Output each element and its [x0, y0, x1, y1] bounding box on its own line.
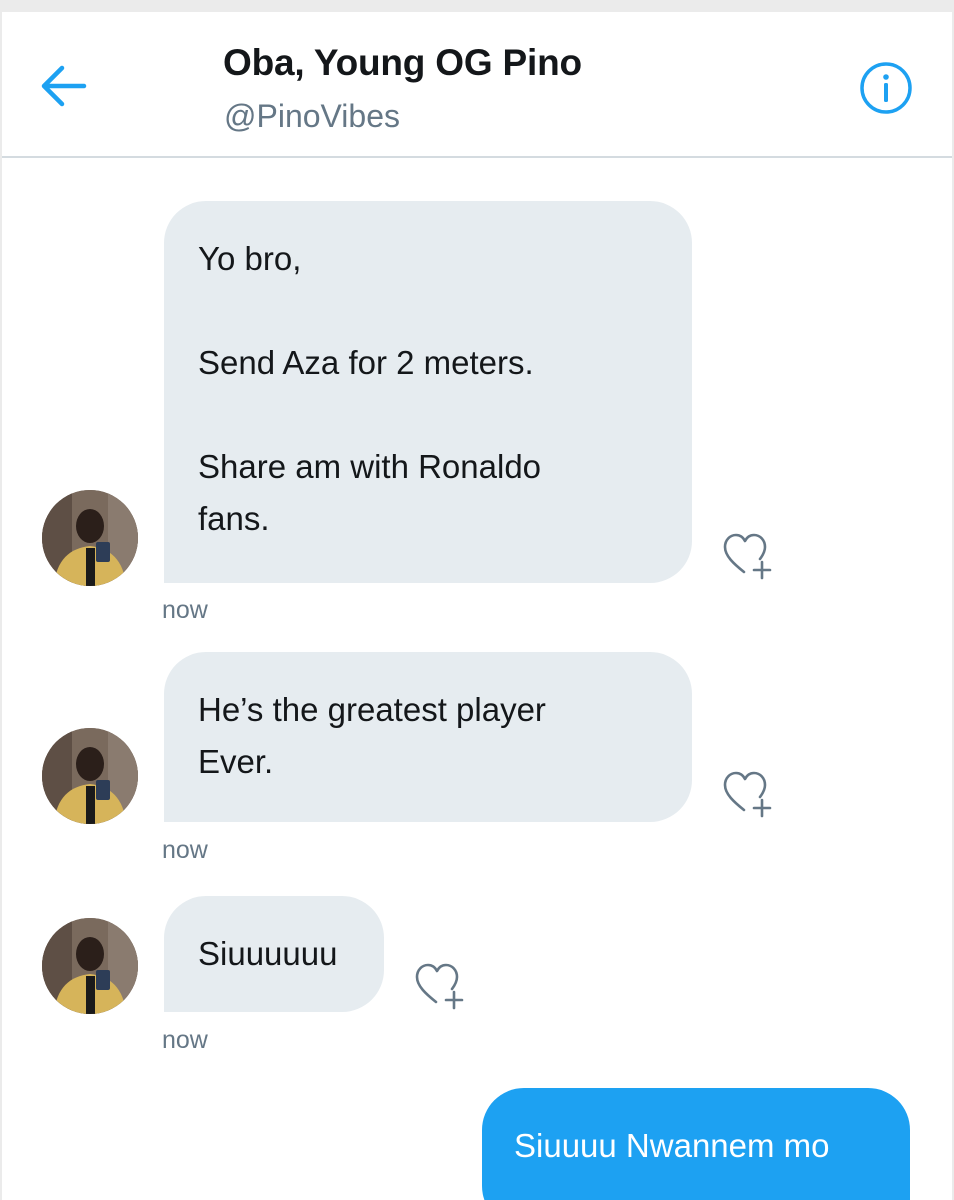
sent-message-bubble[interactable]: Siuuuu Nwannem mo: [482, 1088, 910, 1200]
conversation-handle: @PinoVibes: [224, 98, 400, 134]
avatar[interactable]: [42, 728, 138, 824]
conversation-header: Oba, Young OG Pino @PinoVibes: [2, 12, 952, 158]
message-timestamp: now: [162, 1026, 208, 1054]
message-timestamp: now: [162, 596, 208, 624]
heart-plus-icon: [723, 533, 772, 580]
message-bubble[interactable]: Siuuuuuu: [164, 896, 384, 1012]
heart-plus-icon: [415, 963, 464, 1010]
avatar[interactable]: [42, 918, 138, 1014]
message-text-line: fans.: [198, 500, 270, 537]
message-text-line: Siuuuuuu: [198, 935, 338, 972]
like-button[interactable]: [720, 770, 776, 822]
like-button[interactable]: [720, 532, 776, 584]
conversation-title: Oba, Young OG Pino: [223, 42, 582, 83]
message-text-line: Share am with Ronaldo: [198, 448, 542, 485]
info-button[interactable]: [858, 60, 914, 116]
avatar-photo: [42, 490, 138, 586]
message-text-line: Yo bro,: [198, 240, 302, 277]
message-text-line: Send Aza for 2 meters.: [198, 344, 534, 381]
back-button[interactable]: [38, 64, 88, 108]
conversation-screen: Oba, Young OG Pino @PinoVibes Yo bro, Se…: [2, 12, 952, 1200]
avatar-photo: [42, 918, 138, 1014]
info-circle-icon: [860, 62, 912, 114]
message-text-line: Ever.: [198, 743, 274, 780]
avatar-photo: [42, 728, 138, 824]
message-text-line: He’s the greatest player: [198, 691, 546, 728]
like-button[interactable]: [412, 962, 468, 1014]
arrow-left-icon: [41, 65, 87, 107]
message-text-line: [198, 285, 658, 337]
message-text-line: Siuuuu Nwannem mo: [514, 1127, 830, 1164]
message-bubble[interactable]: Yo bro, Send Aza for 2 meters. Share am …: [164, 201, 692, 583]
message-timestamp: now: [162, 836, 208, 864]
heart-plus-icon: [723, 771, 772, 818]
message-text-line: [198, 389, 658, 441]
avatar[interactable]: [42, 490, 138, 586]
message-bubble[interactable]: He’s the greatest player Ever.: [164, 652, 692, 822]
